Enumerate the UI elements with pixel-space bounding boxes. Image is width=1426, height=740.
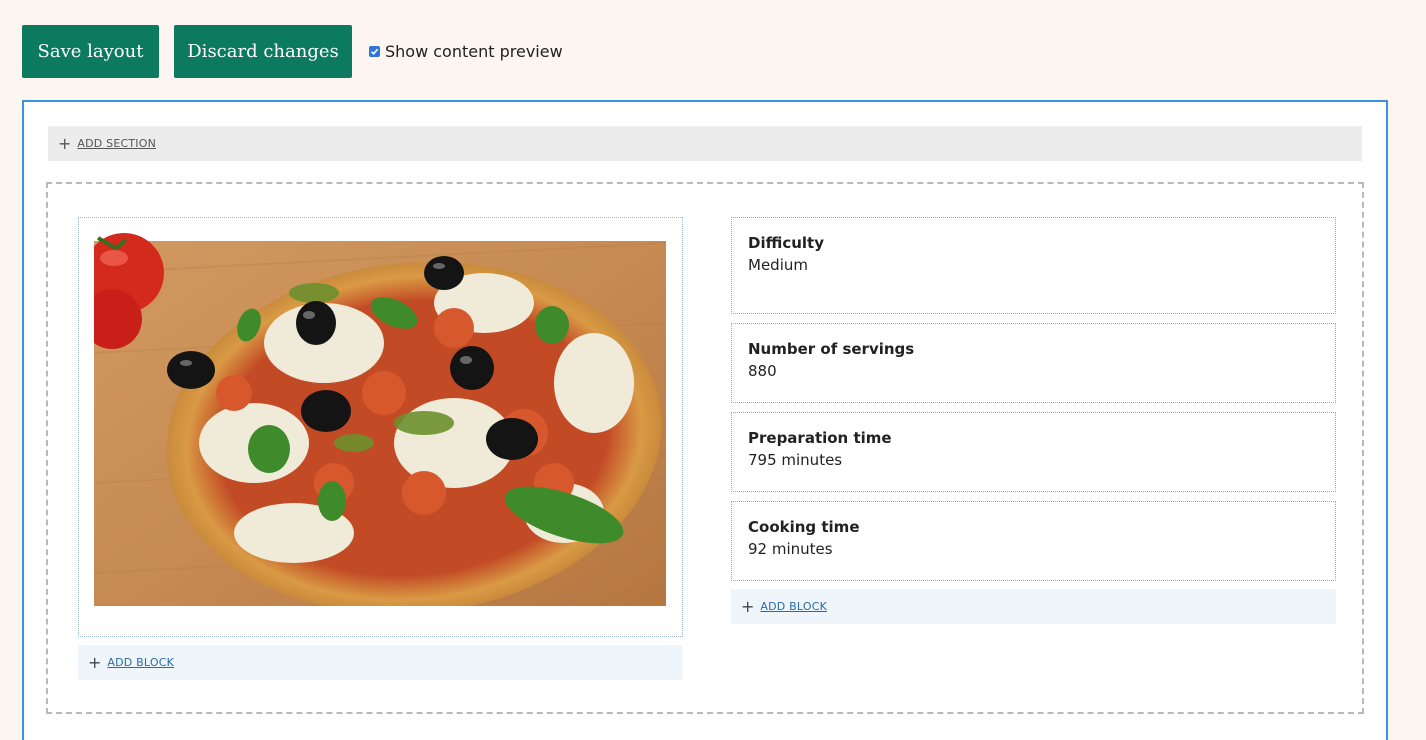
plus-icon: +: [741, 596, 755, 616]
add-section-link[interactable]: ADD SECTION: [77, 137, 156, 150]
layout-section: + ADD BLOCK Difficulty Medium Number of …: [46, 182, 1364, 714]
show-content-preview-toggle[interactable]: Show content preview: [369, 42, 563, 61]
field-label: Difficulty: [748, 234, 824, 252]
add-section-bar[interactable]: + ADD SECTION: [48, 126, 1362, 161]
checkbox-check-icon[interactable]: [369, 46, 380, 57]
field-block-cooking-time[interactable]: Cooking time 92 minutes: [731, 501, 1336, 581]
save-layout-button[interactable]: Save layout: [22, 25, 159, 78]
recipe-image: [94, 233, 666, 614]
field-label: Number of servings: [748, 340, 915, 358]
field-block-difficulty[interactable]: Difficulty Medium: [731, 217, 1336, 314]
field-value: 880: [748, 362, 777, 380]
field-label: Cooking time: [748, 518, 860, 536]
plus-icon: +: [88, 652, 102, 672]
discard-changes-button[interactable]: Discard changes: [174, 25, 352, 78]
layout-toolbar: Save layout Discard changes Show content…: [22, 25, 563, 78]
add-block-bar-left[interactable]: + ADD BLOCK: [78, 645, 683, 680]
image-block[interactable]: [78, 217, 683, 637]
field-block-servings[interactable]: Number of servings 880: [731, 323, 1336, 403]
layout-canvas: + ADD SECTION + ADD BLOCK Difficulty Med…: [22, 100, 1388, 740]
add-block-link-left[interactable]: ADD BLOCK: [107, 656, 174, 669]
field-value: Medium: [748, 256, 808, 274]
field-block-preparation-time[interactable]: Preparation time 795 minutes: [731, 412, 1336, 492]
field-value: 92 minutes: [748, 540, 833, 558]
field-value: 795 minutes: [748, 451, 843, 469]
add-block-link-right[interactable]: ADD BLOCK: [760, 600, 827, 613]
add-block-bar-right[interactable]: + ADD BLOCK: [731, 589, 1336, 624]
plus-icon: +: [58, 133, 72, 153]
show-content-preview-label: Show content preview: [385, 42, 563, 61]
field-label: Preparation time: [748, 429, 892, 447]
